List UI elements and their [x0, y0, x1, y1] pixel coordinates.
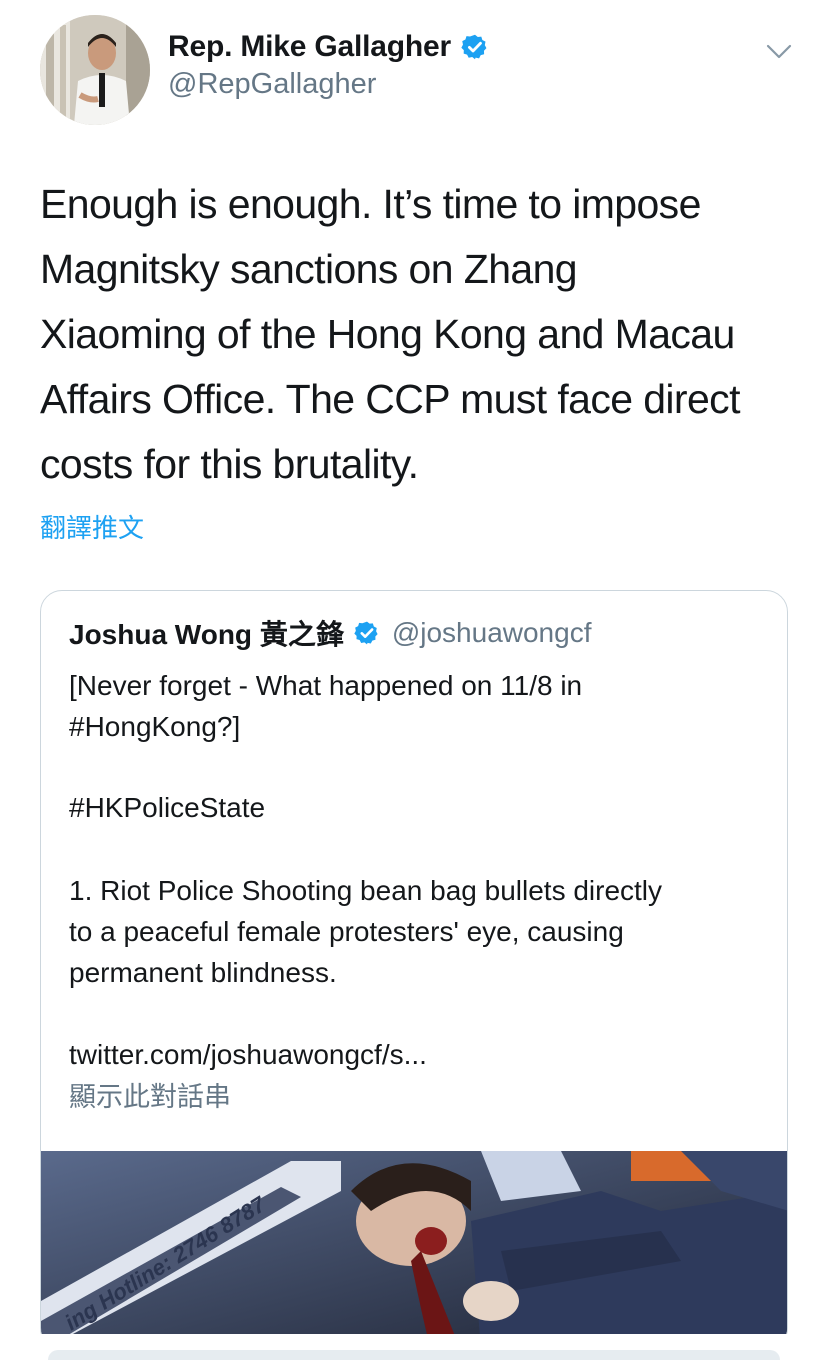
- tweet-text-line: Xiaoming of the Hong Kong and Macau: [40, 311, 735, 357]
- quoted-link: twitter.com/joshuawongcf/s...: [69, 1039, 427, 1070]
- chevron-down-icon[interactable]: [764, 36, 794, 66]
- tweet-view: Rep. Mike Gallagher @RepGallagher Enough…: [0, 0, 828, 1360]
- author-handle[interactable]: @RepGallagher: [168, 68, 376, 101]
- tweet-text-line: Affairs Office. The CCP must face direct: [40, 376, 740, 422]
- tweet-text-line: costs for this brutality.: [40, 441, 419, 487]
- tweet-text-line: Enough is enough. It’s time to impose: [40, 181, 701, 227]
- tweet-text: Enough is enough. It’s time to impose Ma…: [40, 172, 800, 497]
- quoted-text-line: 1. Riot Police Shooting bean bag bullets…: [69, 875, 663, 906]
- show-thread-link: 顯示此對話串: [69, 1082, 231, 1112]
- quoted-text-line: #HongKong?]: [69, 711, 241, 742]
- reply-bar[interactable]: [48, 1350, 780, 1360]
- verified-badge-icon: [461, 34, 487, 60]
- translate-tweet-link[interactable]: 翻譯推文: [40, 508, 144, 545]
- author-name-row[interactable]: Rep. Mike Gallagher: [168, 30, 489, 64]
- avatar[interactable]: [40, 15, 150, 125]
- quoted-hashtag: #HKPoliceState: [69, 792, 266, 823]
- quoted-author-row: Joshua Wong 黃之鋒 @joshuawongcf: [69, 613, 591, 653]
- author-display-name[interactable]: Rep. Mike Gallagher: [168, 30, 451, 64]
- quoted-text-line: to a peaceful female protesters' eye, ca…: [69, 916, 624, 947]
- quoted-text-line: permanent blindness.: [69, 957, 337, 988]
- quoted-tweet-card[interactable]: Joshua Wong 黃之鋒 @joshuawongcf [Never for…: [40, 590, 788, 1350]
- quoted-handle: @joshuawongcf: [391, 617, 592, 648]
- quoted-text-line: [Never forget - What happened on 11/8 in: [69, 670, 583, 701]
- tweet-text-line: Magnitsky sanctions on Zhang: [40, 246, 578, 292]
- verified-badge-icon: [354, 621, 378, 645]
- quoted-display-name: Joshua Wong 黃之鋒: [69, 619, 344, 650]
- quoted-media-image[interactable]: ing Hotline: 2746 8787: [41, 1151, 787, 1349]
